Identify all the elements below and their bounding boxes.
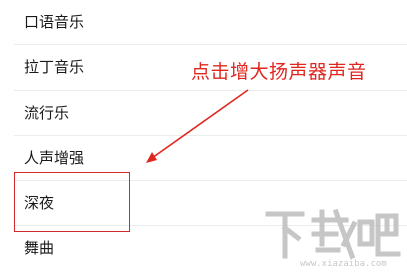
annotation-text: 点击增大扬声器声音 bbox=[191, 61, 367, 83]
watermark-url: www.xiazaiba.com bbox=[300, 259, 387, 269]
